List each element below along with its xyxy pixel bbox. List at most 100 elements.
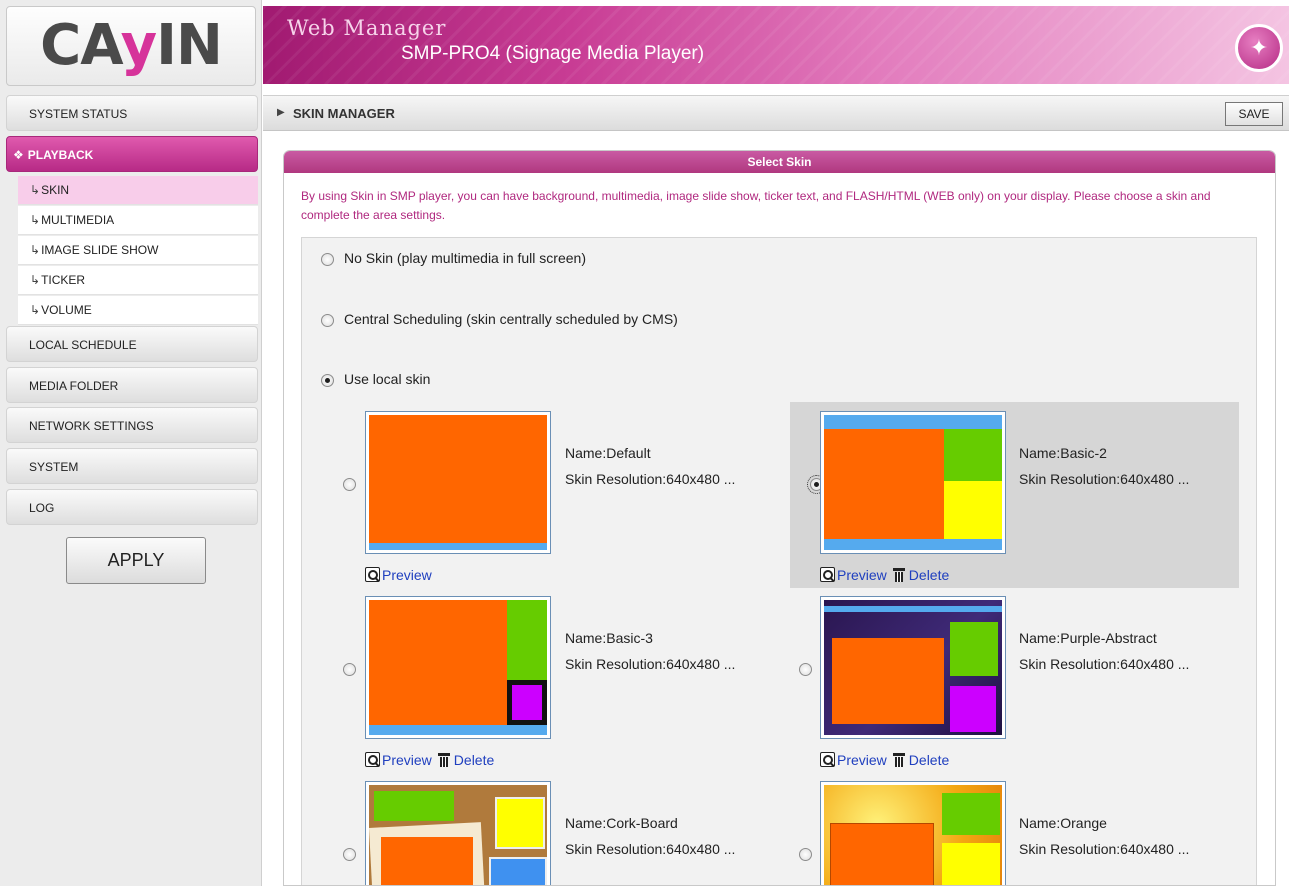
sidebar-subitem-volume[interactable]: ↳VOLUME [18, 296, 258, 325]
skin-resolution: Skin Resolution:640x480 ... [1019, 841, 1190, 857]
area-main [381, 837, 473, 885]
logo: CAyIN [6, 6, 256, 86]
sidebar-subitem-multimedia[interactable]: ↳MULTIMEDIA [18, 206, 258, 235]
area-ticker [369, 543, 547, 550]
skin-thumbnail-purple-abstract[interactable] [820, 596, 1006, 739]
delete-link[interactable]: Delete [909, 567, 949, 583]
wand-icon[interactable]: ✦ [1235, 24, 1283, 72]
delete-link[interactable]: Delete [909, 752, 949, 768]
skin-thumbnail-default[interactable] [365, 411, 551, 554]
area-image [942, 793, 1000, 835]
skin-resolution: Skin Resolution:640x480 ... [565, 471, 736, 487]
radio-central-scheduling[interactable] [321, 314, 334, 327]
area-ticker [824, 539, 1002, 550]
sub-arrow-icon: ↳ [30, 183, 41, 197]
area-main [369, 415, 547, 543]
left-sidebar: CAyIN SYSTEM STATUS ❖ PLAYBACK ↳SKIN ↳MUL… [0, 0, 262, 886]
sub-arrow-icon: ↳ [30, 243, 41, 257]
area-flash [512, 685, 542, 720]
skin-resolution: Skin Resolution:640x480 ... [1019, 656, 1190, 672]
skin-resolution: Skin Resolution:640x480 ... [1019, 471, 1190, 487]
sidebar-item-system-status[interactable]: SYSTEM STATUS [6, 95, 258, 131]
sidebar-subitem-label: VOLUME [41, 303, 92, 317]
sidebar-subitem-label: MULTIMEDIA [41, 213, 115, 227]
area-ticker [369, 725, 547, 735]
radio-skin-default[interactable] [343, 478, 356, 491]
skin-actions: Preview [365, 567, 432, 583]
area-flash [489, 857, 547, 885]
sidebar-item-label: NETWORK SETTINGS [29, 419, 154, 433]
triangle-right-icon: ▶ [277, 107, 285, 118]
area-flash [950, 686, 996, 732]
radio-no-skin[interactable] [321, 253, 334, 266]
sidebar-item-network-settings[interactable]: NETWORK SETTINGS [6, 407, 258, 443]
radio-skin-orange[interactable] [799, 848, 812, 861]
sidebar-item-label: SYSTEM [29, 460, 79, 474]
area-main [830, 823, 934, 885]
trash-icon [437, 753, 450, 767]
option-label: Central Scheduling (skin centrally sched… [344, 311, 678, 327]
sidebar-item-label: SYSTEM STATUS [29, 107, 128, 121]
sub-arrow-icon: ↳ [30, 303, 41, 317]
breadcrumb-bar: ▶ SKIN MANAGER SAVE [263, 95, 1289, 131]
cayin-logo: CAyIN [40, 13, 223, 78]
preview-link[interactable]: Preview [837, 567, 887, 583]
area-image [950, 622, 998, 676]
sidebar-subitem-image-slide-show[interactable]: ↳IMAGE SLIDE SHOW [18, 236, 258, 265]
preview-link[interactable]: Preview [382, 752, 432, 768]
skin-preview-default [369, 415, 547, 550]
skin-preview-purple-abstract [824, 600, 1002, 735]
skin-name: Name:Default [565, 445, 651, 461]
magnifier-icon [365, 567, 380, 582]
select-skin-panel: Select Skin By using Skin in SMP player,… [283, 150, 1276, 886]
skin-name: Name:Cork-Board [565, 815, 678, 831]
radio-skin-purple-abstract[interactable] [799, 663, 812, 676]
option-label: No Skin (play multimedia in full screen) [344, 250, 586, 266]
area-main [824, 429, 944, 539]
sidebar-item-media-folder[interactable]: MEDIA FOLDER [6, 367, 258, 403]
radio-skin-cork-board[interactable] [343, 848, 356, 861]
sub-arrow-icon: ↳ [30, 273, 41, 287]
radio-use-local-skin[interactable] [321, 374, 334, 387]
sidebar-item-playback[interactable]: ❖ PLAYBACK [6, 136, 258, 172]
preview-link[interactable]: Preview [837, 752, 887, 768]
sidebar-subitem-ticker[interactable]: ↳TICKER [18, 266, 258, 295]
area-main [369, 600, 507, 725]
magnifier-icon [820, 567, 835, 582]
radio-skin-basic-3[interactable] [343, 663, 356, 676]
delete-link[interactable]: Delete [454, 752, 494, 768]
sidebar-item-label: PLAYBACK [27, 148, 94, 162]
skin-actions: Preview Delete [365, 752, 494, 768]
skin-name: Name:Purple-Abstract [1019, 630, 1157, 646]
device-subtitle: SMP-PRO4 (Signage Media Player) [401, 43, 705, 64]
sidebar-subitem-label: SKIN [41, 183, 70, 197]
sidebar-subitem-label: TICKER [41, 273, 86, 287]
skin-preview-basic-3 [369, 600, 547, 735]
skin-preview-orange [824, 785, 1002, 885]
sidebar-item-local-schedule[interactable]: LOCAL SCHEDULE [6, 326, 258, 362]
skin-actions: Preview Delete [820, 752, 949, 768]
sidebar-item-label: MEDIA FOLDER [29, 379, 119, 393]
area-text [942, 843, 1000, 885]
area-top-bar [824, 415, 1002, 429]
sidebar-item-log[interactable]: LOG [6, 489, 258, 525]
save-button[interactable]: SAVE [1225, 102, 1283, 126]
skin-options-area: No Skin (play multimedia in full screen)… [301, 237, 1257, 885]
skin-preview-basic-2 [824, 415, 1002, 550]
sidebar-subitem-skin[interactable]: ↳SKIN [18, 176, 258, 205]
panel-title: Select Skin [284, 151, 1275, 173]
apply-button[interactable]: APPLY [66, 537, 206, 584]
sidebar-item-system[interactable]: SYSTEM [6, 448, 258, 484]
area-image [507, 600, 547, 680]
sidebar-subitem-label: IMAGE SLIDE SHOW [41, 243, 159, 257]
area-image [374, 791, 454, 821]
skin-thumbnail-basic-3[interactable] [365, 596, 551, 739]
sidebar-item-label: LOCAL SCHEDULE [29, 338, 137, 352]
app-title: Web Manager [287, 16, 447, 40]
diamond-icon: ❖ [13, 148, 24, 162]
skin-thumbnail-basic-2[interactable] [820, 411, 1006, 554]
skin-thumbnail-cork-board[interactable] [365, 781, 551, 885]
area-image [944, 429, 1002, 481]
preview-link[interactable]: Preview [382, 567, 432, 583]
skin-thumbnail-orange[interactable] [820, 781, 1006, 885]
